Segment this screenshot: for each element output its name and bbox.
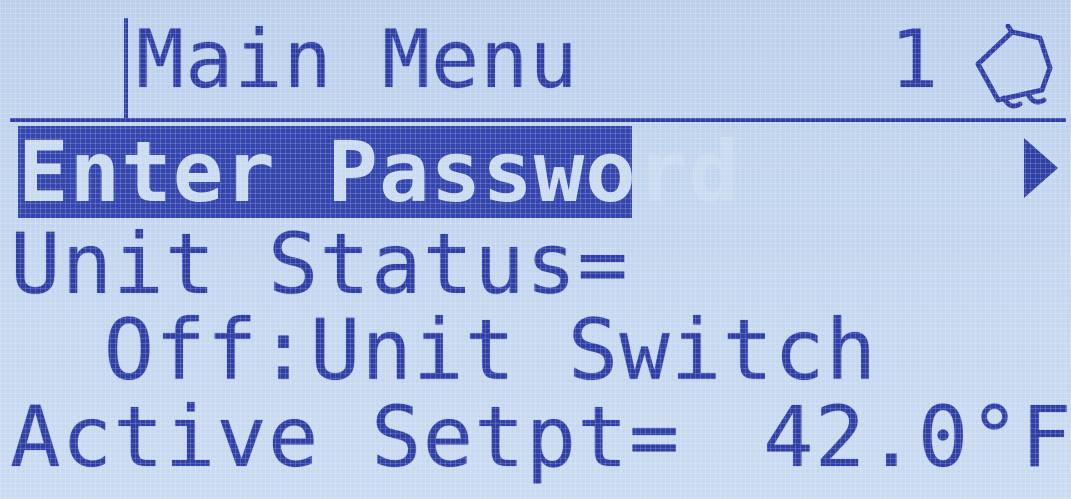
title-cursor <box>124 18 128 118</box>
menu-item-unit-status[interactable]: Unit Status= <box>10 222 629 306</box>
page-number: 1 <box>890 13 940 106</box>
lcd-display: Main Menu 1 Enter Password Unit Status= … <box>0 0 1071 499</box>
menu-item-active-setpt[interactable]: Active Setpt= <box>10 395 680 479</box>
bell-icon[interactable] <box>968 24 1056 110</box>
active-setpt-value: 42.0°F <box>763 388 1071 486</box>
header-divider <box>10 118 1066 122</box>
unit-status-value: Off:Unit Switch <box>52 301 878 399</box>
arrow-right-icon[interactable] <box>1024 138 1058 198</box>
page-title: Main Menu <box>136 13 579 106</box>
menu-item-enter-password[interactable]: Enter Password <box>18 130 740 214</box>
